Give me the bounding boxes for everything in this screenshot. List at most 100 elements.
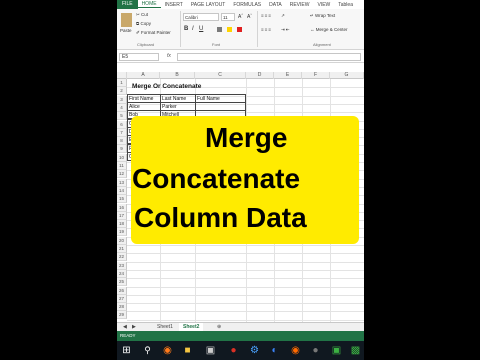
chrome-icon[interactable]: ●	[228, 345, 239, 356]
tab-page-layout[interactable]: PAGE LAYOUT	[187, 2, 230, 8]
fx-icon[interactable]: fx	[167, 53, 171, 59]
font-size-value: 11	[223, 15, 228, 20]
select-all-corner[interactable]	[117, 72, 127, 79]
search-icon[interactable]: ⚲	[142, 345, 153, 356]
top-align-icons[interactable]: ≡≡≡	[261, 13, 272, 18]
row-header[interactable]: 5	[117, 112, 127, 121]
row-header[interactable]: 15	[117, 195, 127, 204]
tab-view[interactable]: VIEW	[313, 2, 334, 8]
browser-icon[interactable]: ◉	[162, 345, 173, 356]
app-icon[interactable]: ●	[310, 345, 321, 356]
excel-taskbar-icon[interactable]: ▣	[331, 345, 342, 356]
ribbon-home: Paste ✂ Cut ⧉ Copy ✐ Format Painter Clip…	[117, 9, 364, 50]
tab-data[interactable]: DATA	[265, 2, 286, 8]
row-header[interactable]: 23	[117, 261, 127, 270]
tab-home[interactable]: HOME	[137, 1, 161, 8]
terminal-icon[interactable]: ▣	[205, 345, 216, 356]
copy-label: Copy	[140, 21, 151, 26]
ribbon-tabs: FILE HOME INSERT PAGE LAYOUT FORMULAS DA…	[117, 0, 364, 9]
ribbon-separator	[257, 11, 258, 47]
copy-button[interactable]: ⧉ Copy	[136, 21, 151, 26]
firefox-icon[interactable]: ◉	[290, 345, 301, 356]
alignment-group-label: Alignment	[313, 42, 331, 47]
name-box[interactable]: E5	[119, 53, 159, 61]
clipboard-group-label: Clipboard	[137, 42, 155, 47]
row-header[interactable]: 4	[117, 103, 127, 112]
callout-line-2: Concatenate	[132, 163, 301, 194]
tab-tablea[interactable]: Tablea	[334, 2, 357, 8]
borders-icon[interactable]	[217, 27, 222, 32]
font-grow-icon[interactable]: Aˆ	[238, 14, 243, 20]
row-header[interactable]: 17	[117, 211, 127, 220]
tab-insert[interactable]: INSERT	[161, 2, 187, 8]
row-header[interactable]: 8	[117, 137, 127, 146]
row-header[interactable]: 16	[117, 203, 127, 212]
row-header[interactable]: 10	[117, 153, 127, 162]
tab-file[interactable]: FILE	[117, 0, 138, 9]
fill-color-icon[interactable]	[227, 27, 232, 32]
wrap-text-button[interactable]: ↵ Wrap Text	[310, 13, 335, 19]
indent-icons[interactable]: ⇥⇤	[281, 27, 291, 33]
paste-button[interactable]: Paste	[120, 28, 132, 33]
settings-icon[interactable]: ⚙	[249, 345, 260, 356]
ribbon-separator	[180, 11, 181, 47]
formula-bar: E5 fx	[117, 51, 364, 63]
column-header-a[interactable]: A	[127, 72, 160, 79]
row-header[interactable]: 1	[117, 79, 127, 87]
underline-button[interactable]: U	[199, 26, 203, 32]
column-header-c[interactable]: C	[195, 72, 246, 79]
row-header[interactable]: 14	[117, 186, 127, 195]
row-header[interactable]: 7	[117, 128, 127, 137]
italic-button[interactable]: I	[192, 26, 194, 32]
app-green-icon[interactable]: ▩	[350, 345, 361, 356]
callout-line-3: Column Data	[134, 202, 307, 233]
row-header[interactable]: 18	[117, 220, 127, 229]
row-header[interactable]: 28	[117, 303, 127, 312]
column-header-d[interactable]: D	[246, 72, 274, 79]
column-header-e[interactable]: E	[274, 72, 302, 79]
row-header[interactable]: 3	[117, 95, 127, 104]
row-header[interactable]: 13	[117, 178, 127, 187]
row-header[interactable]: 25	[117, 278, 127, 287]
excel-window: FILE HOME INSERT PAGE LAYOUT FORMULAS DA…	[117, 0, 364, 360]
orientation-icon[interactable]: ↗	[281, 13, 285, 19]
row-header[interactable]: 9	[117, 145, 127, 154]
column-header-f[interactable]: F	[302, 72, 330, 79]
column-header-b[interactable]: B	[160, 72, 195, 79]
bold-button[interactable]: B	[184, 26, 188, 32]
font-size-select[interactable]: 11	[221, 13, 235, 21]
row-header[interactable]: 22	[117, 253, 127, 262]
row-header[interactable]: 19	[117, 228, 127, 237]
windows-taskbar: ⊞ ⚲ ◉ ■ ▣ ● ⚙ ◐ ◉ ● ▣ ▩	[117, 341, 364, 360]
formula-input[interactable]	[177, 53, 361, 61]
horizontal-align-icons[interactable]: ≡≡≡	[261, 27, 272, 32]
font-color-icon[interactable]	[237, 27, 242, 32]
row-header[interactable]: 26	[117, 286, 127, 295]
tab-formulas[interactable]: FORMULAS	[229, 2, 265, 8]
cut-label: Cut	[141, 12, 149, 17]
tab-review[interactable]: REVIEW	[286, 2, 314, 8]
column-header-g[interactable]: G	[330, 72, 364, 79]
row-header[interactable]: 21	[117, 245, 127, 253]
paste-icon[interactable]	[121, 13, 132, 27]
font-shrink-icon[interactable]: Aˇ	[247, 14, 252, 20]
row-header[interactable]: 24	[117, 269, 127, 278]
windows-start-icon[interactable]: ⊞	[121, 345, 132, 356]
font-name-select[interactable]: Calibri	[183, 13, 219, 21]
cut-button[interactable]: ✂ Cut	[136, 12, 148, 18]
row-header[interactable]: 29	[117, 311, 127, 320]
row-header[interactable]: 11	[117, 162, 127, 170]
row-header[interactable]: 2	[117, 87, 127, 96]
file-explorer-icon[interactable]: ■	[182, 345, 193, 356]
format-painter-button[interactable]: ✐ Format Painter	[136, 30, 171, 36]
wrap-text-label: Wrap Text	[315, 13, 336, 18]
row-header[interactable]: 27	[117, 294, 127, 303]
font-group-label: Font	[212, 42, 221, 47]
edge-icon[interactable]: ◐	[269, 345, 280, 356]
font-name-value: Calibri	[185, 15, 198, 20]
merge-center-button[interactable]: ↔ Merge & Center	[310, 27, 348, 32]
row-header[interactable]: 12	[117, 170, 127, 179]
merge-center-label: Merge & Center	[315, 27, 348, 32]
row-header[interactable]: 6	[117, 120, 127, 129]
row-header[interactable]: 20	[117, 236, 127, 245]
